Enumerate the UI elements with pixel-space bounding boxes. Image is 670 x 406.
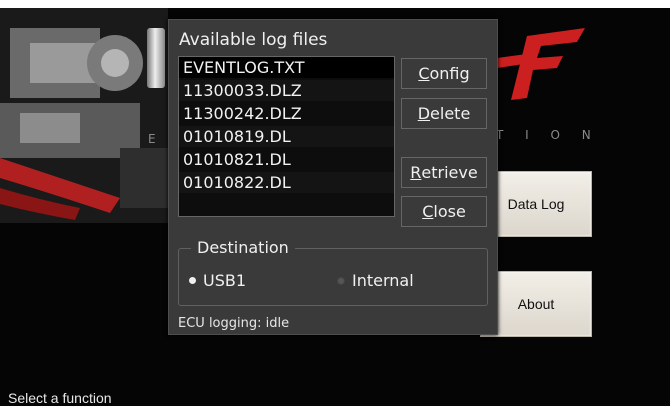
logo-bar (147, 28, 165, 88)
engine-background-image (0, 8, 168, 223)
brand-logo-icon (497, 28, 585, 100)
close-button[interactable]: Close (401, 196, 487, 227)
file-row[interactable]: 01010819.DL (179, 126, 394, 149)
config-button[interactable]: Config (401, 58, 487, 89)
file-row[interactable]: 11300033.DLZ (179, 80, 394, 103)
ecu-logging-status: ECU logging: idle (178, 316, 290, 331)
close-button-mnemonic: C (422, 202, 434, 221)
config-button-mnemonic: C (418, 64, 430, 83)
radio-selected-icon (189, 277, 196, 284)
file-row[interactable]: 01010821.DL (179, 149, 394, 172)
radio-internal[interactable]: Internal (337, 271, 414, 290)
radio-internal-label: Internal (352, 271, 414, 290)
destination-group: Destination USB1 Internal (178, 238, 488, 306)
retrieve-button-mnemonic: R (410, 163, 422, 182)
radio-usb1[interactable]: USB1 (189, 271, 246, 290)
config-button-label: onfig (429, 64, 470, 83)
brand-text-right: T I O N (496, 128, 600, 142)
retrieve-button[interactable]: Retrieve (401, 157, 487, 188)
log-files-dialog: Available log files EVENTLOG.TXT 1130003… (168, 19, 498, 335)
radio-usb1-label: USB1 (203, 271, 247, 290)
dialog-title: Available log files (179, 30, 328, 50)
status-message: Select a function (8, 390, 112, 406)
radio-unselected-icon (337, 276, 345, 285)
close-button-label: lose (433, 202, 466, 221)
file-list[interactable]: EVENTLOG.TXT 11300033.DLZ 11300242.DLZ 0… (178, 56, 395, 217)
delete-button[interactable]: Delete (401, 98, 487, 129)
file-row[interactable]: 01010822.DL (179, 172, 394, 195)
file-row[interactable]: 11300242.DLZ (179, 103, 394, 126)
destination-label: Destination (191, 238, 295, 257)
delete-button-label: elete (430, 104, 471, 123)
delete-button-mnemonic: D (417, 104, 431, 123)
retrieve-button-label: etrieve (421, 163, 478, 182)
file-row[interactable]: EVENTLOG.TXT (179, 57, 394, 80)
app-screen: E L T I O N Data Log About Select a func… (0, 8, 670, 406)
